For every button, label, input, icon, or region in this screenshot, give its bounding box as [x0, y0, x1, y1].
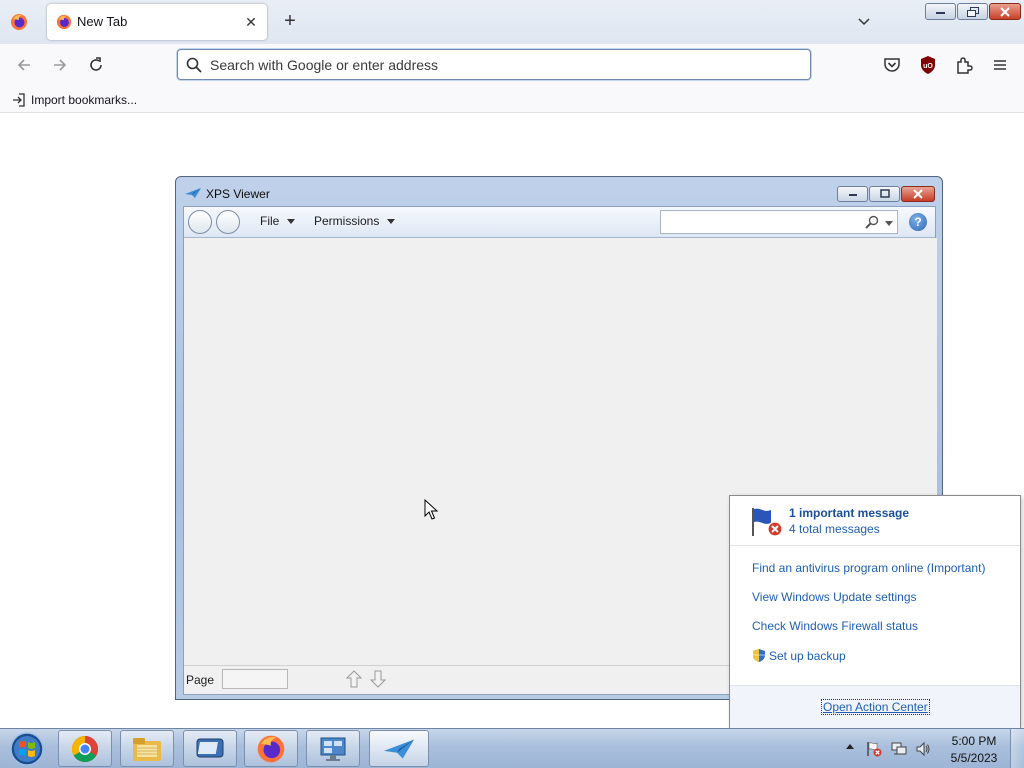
browser-titlebar: New Tab ✕ +	[0, 0, 1024, 44]
windows-update-settings-link[interactable]: View Windows Update settings	[752, 590, 917, 604]
bookmarks-toolbar: Import bookmarks...	[0, 86, 1024, 113]
set-up-backup-link[interactable]: Set up backup	[752, 648, 846, 663]
tab-close-icon[interactable]: ✕	[241, 12, 261, 32]
firefox-icon	[257, 735, 285, 762]
xps-minimize-button[interactable]	[837, 186, 868, 202]
xps-maximize-button[interactable]	[869, 186, 900, 202]
chrome-icon	[71, 735, 99, 762]
clock-date[interactable]: 5/5/2023	[946, 751, 1002, 765]
volume-icon[interactable]	[915, 741, 931, 757]
total-message-count[interactable]: 4 total messages	[789, 522, 880, 536]
clock-time[interactable]: 5:00 PM	[946, 734, 1002, 748]
set-up-backup-label: Set up backup	[769, 648, 846, 663]
permissions-menu-label: Permissions	[314, 214, 380, 228]
divider	[730, 545, 1020, 546]
open-action-center-link[interactable]: Open Action Center	[821, 699, 930, 715]
xps-close-button[interactable]	[901, 186, 935, 202]
virtual-pc-icon	[196, 738, 224, 757]
tab-list-chevron-icon[interactable]	[853, 12, 875, 32]
show-hidden-icons-button[interactable]	[846, 744, 854, 749]
xps-search-box[interactable]	[660, 210, 898, 234]
xps-window-title: XPS Viewer	[206, 187, 270, 201]
back-icon[interactable]	[12, 53, 36, 77]
help-icon[interactable]: ?	[909, 213, 927, 231]
taskbar-explorer-button[interactable]	[120, 730, 174, 767]
tab-title: New Tab	[77, 14, 128, 29]
next-page-icon[interactable]	[369, 670, 387, 688]
browser-minimize-button[interactable]	[925, 3, 956, 20]
import-bookmarks-label: Import bookmarks...	[31, 93, 138, 107]
file-menu-label: File	[260, 214, 280, 228]
network-icon[interactable]	[891, 741, 907, 757]
xps-back-button[interactable]	[188, 210, 212, 234]
browser-close-button[interactable]	[989, 3, 1021, 20]
xps-toolbar: File Permissions ?	[184, 207, 935, 238]
xps-forward-button[interactable]	[216, 210, 240, 234]
taskbar-firefox-button[interactable]	[244, 730, 298, 767]
tab-new-tab[interactable]: New Tab ✕	[47, 4, 267, 40]
browser-restore-button[interactable]	[957, 3, 988, 20]
svg-text:uO: uO	[923, 63, 933, 70]
action-center-popup: 1 important message 4 total messages Fin…	[729, 495, 1021, 728]
forward-icon[interactable]	[48, 53, 72, 77]
taskbar-xps-viewer-button[interactable]	[369, 730, 429, 767]
remote-desktop-icon	[320, 737, 346, 761]
xps-viewer-icon	[383, 739, 415, 758]
firefox-app-icon[interactable]	[10, 13, 28, 31]
firewall-status-link[interactable]: Check Windows Firewall status	[752, 619, 918, 633]
hamburger-menu-icon[interactable]	[988, 53, 1012, 77]
browser-navbar: uO	[0, 44, 1024, 86]
uac-shield-icon	[753, 649, 765, 662]
search-icon[interactable]	[865, 215, 879, 229]
reload-icon[interactable]	[84, 53, 108, 77]
permissions-menu[interactable]: Permissions	[314, 214, 396, 228]
taskbar-virtual-machine-button[interactable]	[183, 730, 237, 767]
action-center-tray-icon[interactable]	[866, 741, 882, 757]
show-desktop-button[interactable]	[1010, 729, 1024, 768]
chevron-down-icon	[287, 218, 296, 224]
previous-page-icon[interactable]	[345, 670, 363, 688]
file-menu[interactable]: File	[260, 214, 296, 228]
start-button[interactable]	[4, 730, 50, 768]
mouse-pointer-icon	[424, 498, 439, 521]
extensions-icon[interactable]	[952, 53, 976, 77]
xps-viewer-icon	[184, 187, 202, 199]
taskbar-remote-desktop-button[interactable]	[306, 730, 360, 767]
pocket-icon[interactable]	[880, 53, 904, 77]
chevron-down-icon	[387, 218, 396, 224]
url-bar[interactable]	[177, 49, 811, 80]
address-input[interactable]	[210, 55, 790, 75]
folder-icon	[133, 737, 161, 761]
taskbar-chrome-button[interactable]	[58, 730, 112, 767]
important-message-count[interactable]: 1 important message	[789, 506, 909, 520]
action-center-flag-icon	[750, 506, 784, 538]
search-dropdown-icon[interactable]	[885, 221, 893, 226]
ublock-icon[interactable]: uO	[916, 53, 940, 77]
import-bookmarks-button[interactable]: Import bookmarks...	[12, 90, 137, 110]
page-label: Page	[186, 673, 215, 687]
find-antivirus-link[interactable]: Find an antivirus program online (Import…	[752, 561, 985, 575]
import-icon	[13, 93, 25, 107]
firefox-icon	[56, 14, 72, 30]
action-center-footer: Open Action Center	[730, 685, 1020, 728]
taskbar: 5:00 PM 5/5/2023	[0, 728, 1024, 768]
search-icon	[186, 57, 202, 73]
new-tab-button[interactable]: +	[279, 10, 301, 32]
page-number-input[interactable]	[222, 669, 288, 689]
xps-titlebar[interactable]: XPS Viewer	[176, 177, 942, 207]
